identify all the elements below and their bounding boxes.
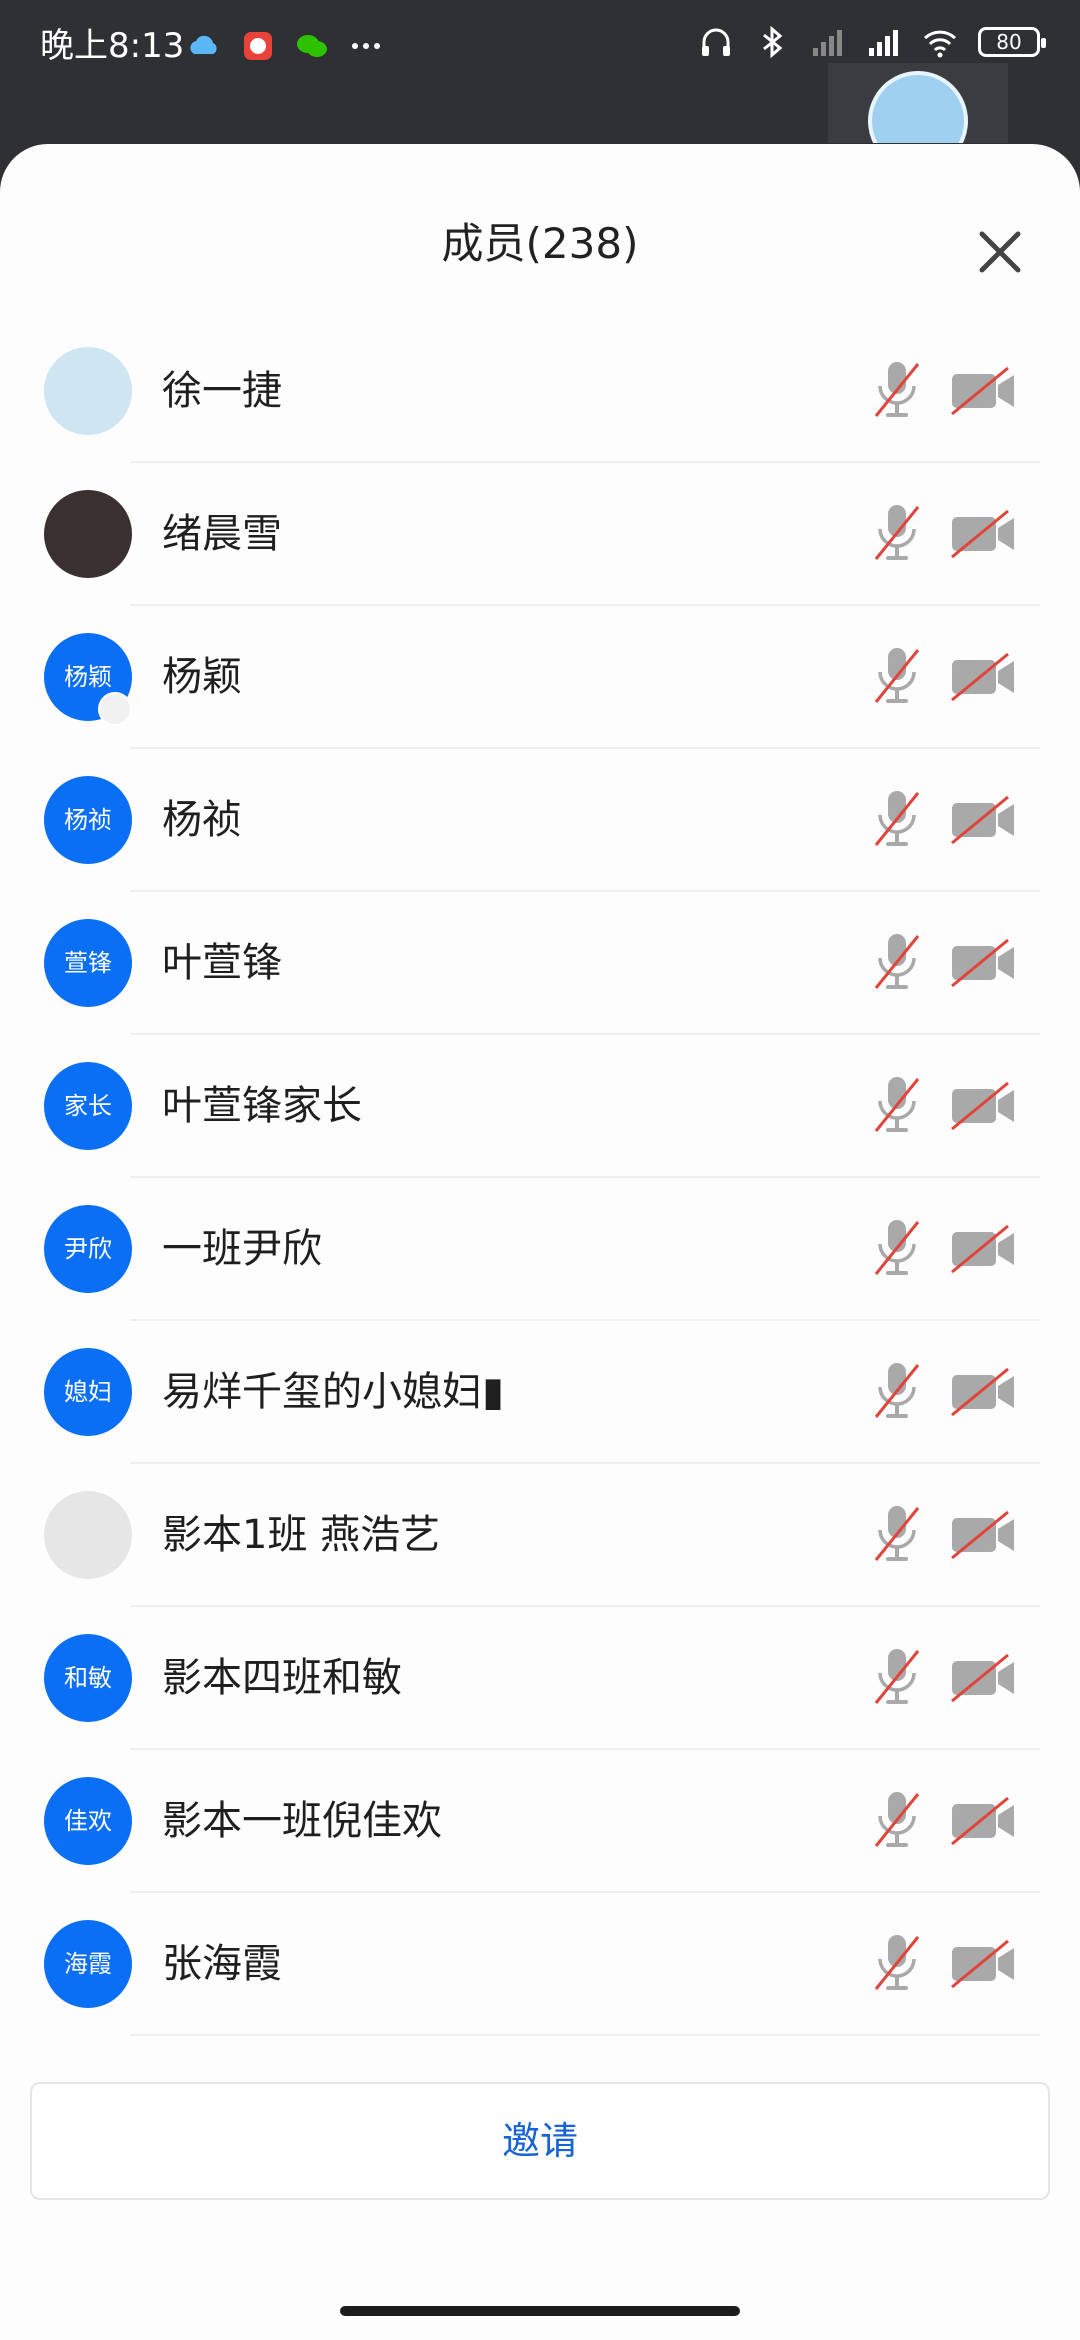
camera-off-icon[interactable]	[950, 1367, 1016, 1417]
member-row[interactable]: 杨祯 杨祯	[0, 749, 1080, 892]
cloud-icon	[190, 35, 217, 54]
member-row[interactable]: 影本1班 燕浩艺	[0, 1464, 1080, 1607]
signal-hd-icon	[869, 30, 898, 56]
battery-indicator: 80	[978, 27, 1046, 57]
mic-muted-icon[interactable]	[874, 787, 920, 851]
mic-muted-icon[interactable]	[874, 1359, 920, 1423]
camera-off-icon[interactable]	[950, 1939, 1016, 1989]
camera-off-icon[interactable]	[950, 1653, 1016, 1703]
member-row[interactable]: 绪晨雪	[0, 463, 1080, 606]
wifi-icon	[923, 30, 957, 58]
avatar-photo	[44, 1491, 132, 1579]
mic-muted-icon[interactable]	[874, 644, 920, 708]
mic-muted-icon[interactable]	[874, 1645, 920, 1709]
camera-off-icon[interactable]	[950, 1081, 1016, 1131]
more-dots-icon	[352, 43, 380, 49]
mic-muted-icon[interactable]	[874, 930, 920, 994]
close-icon[interactable]	[972, 224, 1028, 280]
avatar-initials: 萱锋	[44, 919, 132, 1007]
wechat-icon	[297, 35, 327, 57]
member-name: 杨颖	[162, 654, 242, 700]
member-row[interactable]: 海霞 张海霞	[0, 1893, 1080, 2036]
sheet-title: 成员(238)	[441, 219, 639, 268]
camera-off-icon[interactable]	[950, 1796, 1016, 1846]
camera-off-icon[interactable]	[950, 1510, 1016, 1560]
mic-muted-icon[interactable]	[874, 1073, 920, 1137]
avatar-initials: 杨祯	[44, 776, 132, 864]
camera-off-icon[interactable]	[950, 366, 1016, 416]
avatar-initials: 媳妇	[44, 1348, 132, 1436]
members-sheet: 成员(238) 徐一捷 绪晨雪 杨颖 杨颖 杨祯 杨祯 萱锋 叶萱锋 家长 叶萱…	[0, 144, 1080, 2340]
avatar-initials: 和敏	[44, 1634, 132, 1722]
bluetooth-icon	[763, 25, 783, 59]
camera-off-icon[interactable]	[950, 652, 1016, 702]
member-name: 易烊千玺的小媳妇▮	[162, 1369, 505, 1415]
member-name: 影本一班倪佳欢	[162, 1798, 442, 1844]
member-list: 徐一捷 绪晨雪 杨颖 杨颖 杨祯 杨祯 萱锋 叶萱锋 家长 叶萱锋家长 尹欣 一…	[0, 320, 1080, 2180]
member-name: 一班尹欣	[162, 1226, 322, 1272]
preview-avatar	[868, 71, 968, 143]
mic-muted-icon[interactable]	[874, 1502, 920, 1566]
member-name: 叶萱锋家长	[162, 1083, 362, 1129]
member-row[interactable]: 佳欢 影本一班倪佳欢	[0, 1750, 1080, 1893]
camera-off-icon[interactable]	[950, 509, 1016, 559]
member-name: 绪晨雪	[162, 511, 282, 557]
mic-muted-icon[interactable]	[874, 358, 920, 422]
app-badge-icon	[244, 32, 272, 60]
status-right-icons: 80	[698, 24, 1046, 60]
mic-muted-icon[interactable]	[874, 1788, 920, 1852]
avatar-initials: 海霞	[44, 1920, 132, 2008]
avatar-photo	[44, 490, 132, 578]
member-name: 影本1班 燕浩艺	[162, 1512, 441, 1558]
member-row[interactable]: 尹欣 一班尹欣	[0, 1178, 1080, 1321]
camera-off-icon[interactable]	[950, 795, 1016, 845]
home-indicator[interactable]	[340, 2306, 740, 2316]
speaking-badge-icon	[98, 692, 132, 726]
mic-muted-icon[interactable]	[874, 1216, 920, 1280]
invite-button[interactable]: 邀请	[30, 2082, 1050, 2200]
camera-off-icon[interactable]	[950, 938, 1016, 988]
avatar-initials: 尹欣	[44, 1205, 132, 1293]
mic-muted-icon[interactable]	[874, 501, 920, 565]
member-name: 张海霞	[162, 1941, 282, 1987]
member-row[interactable]: 萱锋 叶萱锋	[0, 892, 1080, 1035]
member-name: 影本四班和敏	[162, 1655, 402, 1701]
status-time: 晚上8:13	[40, 26, 185, 66]
avatar-photo	[44, 347, 132, 435]
member-row[interactable]: 媳妇 易烊千玺的小媳妇▮	[0, 1321, 1080, 1464]
member-row[interactable]: 杨颖 杨颖	[0, 606, 1080, 749]
status-left-icons	[186, 28, 384, 64]
camera-off-icon[interactable]	[950, 1224, 1016, 1274]
avatar-initials: 家长	[44, 1062, 132, 1150]
member-name: 徐一捷	[162, 368, 282, 414]
avatar-initials: 佳欢	[44, 1777, 132, 1865]
member-row[interactable]: 家长 叶萱锋家长	[0, 1035, 1080, 1178]
member-row[interactable]: 和敏 影本四班和敏	[0, 1607, 1080, 1750]
mic-muted-icon[interactable]	[874, 1931, 920, 1995]
row-divider	[130, 2034, 1040, 2036]
headphones-icon	[702, 28, 730, 56]
member-name: 叶萱锋	[162, 940, 282, 986]
member-row[interactable]: 徐一捷	[0, 320, 1080, 463]
signal-weak-icon	[813, 30, 842, 56]
video-preview-thumbnail[interactable]	[828, 63, 1008, 143]
member-name: 杨祯	[162, 797, 242, 843]
